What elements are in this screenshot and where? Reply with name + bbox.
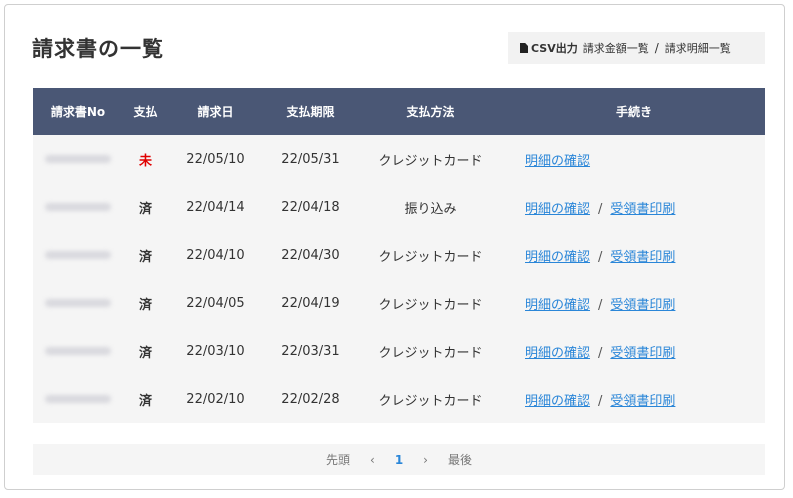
link-separator: / [598,393,603,409]
invoice-date: 22/04/10 [186,247,245,263]
payment-method: クレジットカード [378,297,483,313]
export-toolbar: CSV出力 請求金額一覧 / 請求明細一覧 [508,32,765,64]
header-due-date: 支払期限 [286,105,335,119]
invoice-number-cell [33,279,123,327]
due-date: 22/05/31 [281,151,340,167]
invoice-list-card: 請求書の一覧 CSV出力 請求金額一覧 / 請求明細一覧 請求書No 支払 請求… [4,4,785,490]
payment-status: 済 [138,345,152,361]
pagination: 先頭 ‹ 1 › 最後 [33,444,765,475]
invoice-date: 22/05/10 [186,151,245,167]
payment-method: クレジットカード [378,153,483,169]
invoice-number-cell [33,375,123,423]
payment-method: クレジットカード [378,393,483,409]
procedures-cell: 明細の確認 / 受領書印刷 [503,183,765,231]
due-date: 22/04/19 [281,295,340,311]
print-receipt-link[interactable]: 受領書印刷 [610,394,675,409]
link-separator: / [598,345,603,361]
redacted-invoice-number [45,154,111,163]
header-procedures: 手続き [615,105,652,119]
view-details-link[interactable]: 明細の確認 [525,154,590,169]
print-receipt-link[interactable]: 受領書印刷 [610,202,675,217]
file-icon [520,43,528,53]
invoice-number-cell [33,327,123,375]
redacted-invoice-number [45,346,111,355]
procedures-cell: 明細の確認 / 受領書印刷 [503,327,765,375]
payment-status: 済 [138,393,152,409]
view-details-link[interactable]: 明細の確認 [525,298,590,313]
procedures-cell: 明細の確認 / 受領書印刷 [503,279,765,327]
view-details-link[interactable]: 明細の確認 [525,202,590,217]
view-details-link[interactable]: 明細の確認 [525,250,590,265]
view-details-link[interactable]: 明細の確認 [525,346,590,361]
due-date: 22/03/31 [281,343,340,359]
print-receipt-link[interactable]: 受領書印刷 [610,250,675,265]
redacted-invoice-number [45,394,111,403]
amount-list-link[interactable]: 請求金額一覧 [583,40,649,56]
payment-method: クレジットカード [378,345,483,361]
print-receipt-link[interactable]: 受領書印刷 [610,346,675,361]
pager-next[interactable]: › [423,453,428,467]
invoice-number-cell [33,183,123,231]
link-separator: / [598,201,603,217]
invoice-date: 22/04/14 [186,199,245,215]
procedures-cell: 明細の確認 / 受領書印刷 [503,231,765,279]
print-receipt-link[interactable]: 受領書印刷 [610,298,675,313]
due-date: 22/04/30 [281,247,340,263]
table-row: 未 22/05/10 22/05/31 クレジットカード 明細の確認 [33,135,765,183]
payment-status: 済 [138,201,152,217]
pager-prev[interactable]: ‹ [370,453,375,467]
csv-export-button[interactable]: CSV出力 [531,40,578,56]
invoice-date: 22/03/10 [186,343,245,359]
payment-status: 未 [138,153,152,169]
table-row: 済 22/04/10 22/04/30 クレジットカード 明細の確認 / 受領書印刷 [33,231,765,279]
detail-list-link[interactable]: 請求明細一覧 [665,40,731,56]
header-invoice-date: 請求日 [197,105,234,119]
procedures-cell: 明細の確認 / 受領書印刷 [503,375,765,423]
due-date: 22/02/28 [281,391,340,407]
view-details-link[interactable]: 明細の確認 [525,394,590,409]
payment-status: 済 [138,297,152,313]
redacted-invoice-number [45,202,111,211]
table-row: 済 22/02/10 22/02/28 クレジットカード 明細の確認 / 受領書印刷 [33,375,765,423]
invoice-date: 22/02/10 [186,391,245,407]
invoice-date: 22/04/05 [186,295,245,311]
table-header-row: 請求書No 支払 請求日 支払期限 支払方法 手続き [33,88,765,135]
table-row: 済 22/04/14 22/04/18 振り込み 明細の確認 / 受領書印刷 [33,183,765,231]
due-date: 22/04/18 [281,199,340,215]
procedures-cell: 明細の確認 [503,135,765,183]
table-row: 済 22/04/05 22/04/19 クレジットカード 明細の確認 / 受領書印刷 [33,279,765,327]
payment-status: 済 [138,249,152,265]
link-separator: / [598,249,603,265]
header-payment-status: 支払 [133,105,158,119]
invoice-number-cell [33,231,123,279]
header-invoice-no: 請求書No [50,105,106,119]
pager-current-page[interactable]: 1 [395,453,403,467]
link-separator: / [598,297,603,313]
toolbar-separator: / [654,41,659,55]
payment-method: 振り込み [404,201,457,217]
invoice-number-cell [33,135,123,183]
payment-method: クレジットカード [378,249,483,265]
page-title: 請求書の一覧 [32,37,164,61]
pager-first[interactable]: 先頭 [326,451,350,468]
pager-last[interactable]: 最後 [448,451,472,468]
header-payment-method: 支払方法 [406,105,455,119]
invoice-table: 請求書No 支払 請求日 支払期限 支払方法 手続き 未 22/05/10 22/0… [33,88,765,423]
redacted-invoice-number [45,250,111,259]
table-row: 済 22/03/10 22/03/31 クレジットカード 明細の確認 / 受領書印刷 [33,327,765,375]
redacted-invoice-number [45,298,111,307]
